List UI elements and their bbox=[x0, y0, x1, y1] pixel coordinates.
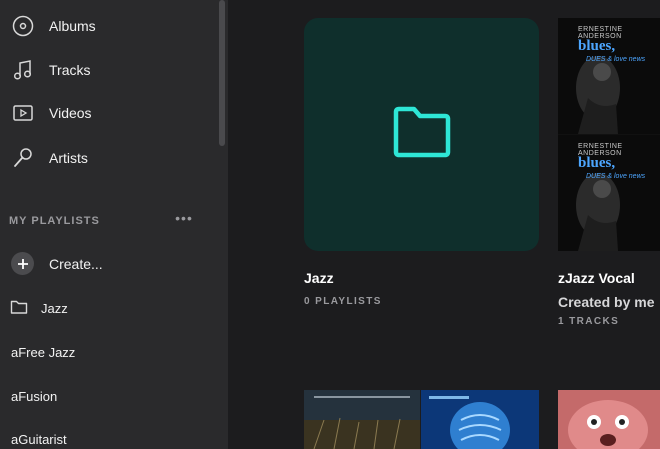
album-thumbnail[interactable] bbox=[304, 390, 420, 449]
playlists-more-button[interactable]: ••• bbox=[174, 211, 194, 231]
album-subtitle: DUES & love news bbox=[586, 56, 646, 63]
album-thumbnail[interactable] bbox=[421, 390, 539, 449]
album-art-zjazz-vocal[interactable]: ERNESTINE ANDERSON blues, DUES & love ne… bbox=[558, 18, 660, 251]
playlist-folder-jazz[interactable]: Jazz bbox=[41, 301, 68, 316]
nav-tracks[interactable]: Tracks bbox=[0, 50, 215, 90]
video-icon bbox=[11, 101, 35, 125]
tile-subtitle: 0 PLAYLISTS bbox=[304, 296, 382, 307]
album-thumbnail-row bbox=[304, 390, 539, 449]
folder-tile-jazz[interactable] bbox=[304, 18, 539, 251]
create-playlist-button[interactable]: Create... bbox=[49, 256, 103, 272]
folder-icon bbox=[390, 104, 454, 165]
tile-title[interactable]: Jazz bbox=[304, 270, 334, 286]
album-thumbnail[interactable] bbox=[558, 390, 660, 449]
folder-icon bbox=[10, 299, 28, 320]
music-note-icon bbox=[11, 58, 35, 82]
nav-albums[interactable]: Albums bbox=[0, 6, 215, 46]
tile-track-count: 1 TRACKS bbox=[558, 316, 620, 327]
album-subtitle: DUES & love news bbox=[586, 173, 646, 180]
my-playlists-header: MY PLAYLISTS bbox=[9, 215, 100, 227]
nav-artists-label: Artists bbox=[49, 150, 88, 166]
sidebar-scrollbar[interactable] bbox=[217, 0, 228, 449]
sidebar: Albums Tracks Videos Artists MY PLAYLIST… bbox=[0, 0, 228, 449]
plus-icon[interactable] bbox=[11, 252, 34, 275]
tile-title[interactable]: zJazz Vocal bbox=[558, 270, 635, 286]
album-title: blues, bbox=[578, 38, 616, 54]
album-title: blues, bbox=[578, 155, 616, 171]
nav-artists[interactable]: Artists bbox=[0, 138, 215, 178]
nav-videos-label: Videos bbox=[49, 105, 92, 121]
disc-icon bbox=[11, 14, 35, 38]
tile-creator: Created by me bbox=[558, 294, 655, 310]
microphone-icon bbox=[11, 146, 35, 170]
scrollbar-thumb[interactable] bbox=[219, 0, 225, 146]
playlist-item[interactable]: aFree Jazz bbox=[11, 345, 75, 360]
album-cover: ERNESTINE ANDERSON blues, DUES & love ne… bbox=[558, 18, 660, 134]
nav-tracks-label: Tracks bbox=[49, 62, 91, 78]
playlist-item[interactable]: aFusion bbox=[11, 389, 57, 404]
nav-videos[interactable]: Videos bbox=[0, 93, 215, 133]
nav-albums-label: Albums bbox=[49, 18, 96, 34]
playlist-item[interactable]: aGuitarist bbox=[11, 432, 67, 447]
album-cover: ERNESTINE ANDERSON blues, DUES & love ne… bbox=[558, 135, 660, 251]
